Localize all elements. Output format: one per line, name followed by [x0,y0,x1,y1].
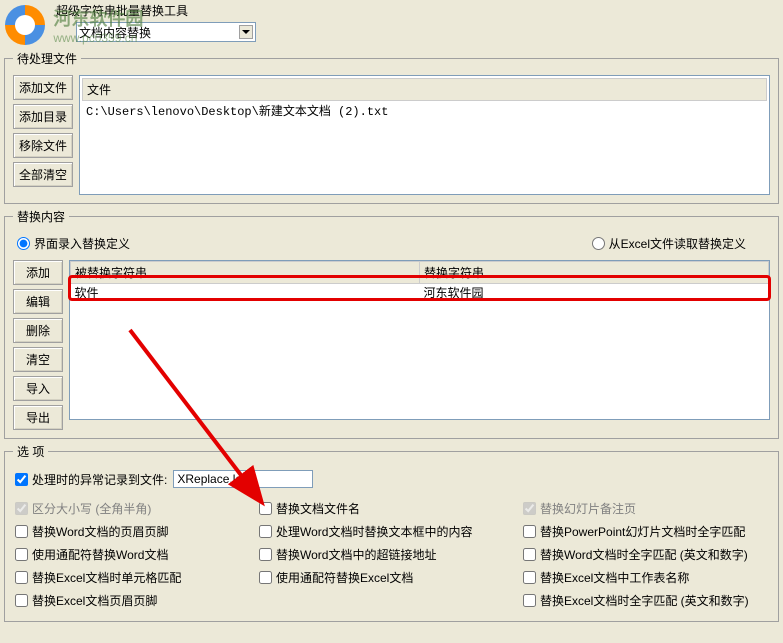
opt-filename[interactable]: 替换文档文件名 [259,500,519,517]
radio-excel-label: 从Excel文件读取替换定义 [609,235,746,252]
lbl-excelhf: 替换Excel文档页眉页脚 [32,592,157,609]
opt-excelwhole[interactable]: 替换Excel文档时全字匹配 (英文和数字) [523,592,768,609]
chk-excelwhole[interactable] [523,594,536,607]
chk-excelcell[interactable] [15,571,28,584]
opt-case[interactable]: 区分大小写 (全角半角) [15,500,255,517]
lbl-excelwhole: 替换Excel文档时全字匹配 (英文和数字) [540,592,749,609]
pending-files-group: 待处理文件 添加文件 添加目录 移除文件 全部清空 文件 C:\Users\le… [4,50,779,204]
col-from[interactable]: 被替换字符串 [71,262,420,284]
opt-pptnotes[interactable]: 替换幻灯片备注页 [523,500,768,517]
options-legend: 选 项 [13,443,48,460]
clear-rules-button[interactable]: 清空 [13,347,63,372]
chk-wordhf[interactable] [15,525,28,538]
lbl-excelwild: 使用通配符替换Excel文档 [276,569,413,586]
file-list-item[interactable]: C:\Users\lenovo\Desktop\新建文本文档 (2).txt [82,101,767,120]
chk-excelhf[interactable] [15,594,28,607]
replace-table[interactable]: 被替换字符串 替换字符串 软件 河东软件园 [69,260,770,420]
add-dir-button[interactable]: 添加目录 [13,104,73,129]
radio-excel-input[interactable]: 从Excel文件读取替换定义 [592,235,746,252]
add-file-button[interactable]: 添加文件 [13,75,73,100]
opt-excelhf[interactable]: 替换Excel文档页眉页脚 [15,592,255,609]
opt-wordwild[interactable]: 使用通配符替换Word文档 [15,546,255,563]
chevron-down-icon[interactable] [239,25,253,39]
chk-wordwhole[interactable] [523,548,536,561]
lbl-excelsheet: 替换Excel文档中工作表名称 [540,569,689,586]
cell-to: 河东软件园 [420,284,769,302]
add-rule-button[interactable]: 添加 [13,260,63,285]
lbl-wordwhole: 替换Word文档时全字匹配 (英文和数字) [540,546,748,563]
opt-excelwild[interactable]: 使用通配符替换Excel文档 [259,569,519,586]
opt-excelcell[interactable]: 替换Excel文档时单元格匹配 [15,569,255,586]
opt-wordwhole[interactable]: 替换Word文档时全字匹配 (英文和数字) [523,546,768,563]
lbl-case: 区分大小写 (全角半角) [32,500,151,517]
cell-from: 软件 [71,284,420,302]
lbl-wordwild: 使用通配符替换Word文档 [32,546,168,563]
radio-ui-input[interactable]: 界面录入替换定义 [17,235,130,252]
opt-wordlink[interactable]: 替换Word文档中的超链接地址 [259,546,519,563]
log-label: 处理时的异常记录到文件: [32,471,167,488]
chk-wordwild[interactable] [15,548,28,561]
export-button[interactable]: 导出 [13,405,63,430]
lbl-pptwhole: 替换PowerPoint幻灯片文档时全字匹配 [540,523,745,540]
lbl-pptnotes: 替换幻灯片备注页 [540,500,636,517]
pending-legend: 待处理文件 [13,50,81,67]
chk-pptnotes[interactable] [523,502,536,515]
col-to[interactable]: 替换字符串 [420,262,769,284]
opt-wordhf[interactable]: 替换Word文档的页眉页脚 [15,523,255,540]
opt-wordtextbox[interactable]: 处理Word文档时替换文本框中的内容 [259,523,519,540]
table-row[interactable]: 软件 河东软件园 [71,284,769,302]
lbl-filename: 替换文档文件名 [276,500,360,517]
mode-dropdown[interactable]: 文档内容替换 [76,22,256,42]
log-file-input[interactable] [173,470,313,488]
mode-label: 文档内容替换 [79,24,151,41]
file-list[interactable]: 文件 C:\Users\lenovo\Desktop\新建文本文档 (2).tx… [79,75,770,195]
import-button[interactable]: 导入 [13,376,63,401]
window-title: 超级字符串批量替换工具 [0,0,783,18]
chk-pptwhole[interactable] [523,525,536,538]
chk-filename[interactable] [259,502,272,515]
chk-excelsheet[interactable] [523,571,536,584]
replace-legend: 替换内容 [13,208,69,225]
toolbar-icon[interactable] [56,24,72,40]
chk-wordtextbox[interactable] [259,525,272,538]
replace-group: 替换内容 界面录入替换定义 从Excel文件读取替换定义 添加 编辑 删除 清空… [4,208,779,439]
lbl-excelcell: 替换Excel文档时单元格匹配 [32,569,181,586]
opt-excelsheet[interactable]: 替换Excel文档中工作表名称 [523,569,768,586]
chk-log[interactable] [15,473,28,486]
lbl-wordhf: 替换Word文档的页眉页脚 [32,523,168,540]
opt-log[interactable]: 处理时的异常记录到文件: [15,471,167,488]
chk-excelwild[interactable] [259,571,272,584]
opt-pptwhole[interactable]: 替换PowerPoint幻灯片文档时全字匹配 [523,523,768,540]
delete-rule-button[interactable]: 删除 [13,318,63,343]
radio-excel[interactable] [592,237,605,250]
chk-case[interactable] [15,502,28,515]
chk-wordlink[interactable] [259,548,272,561]
clear-all-button[interactable]: 全部清空 [13,162,73,187]
toolbar: 文档内容替换 [0,18,783,46]
edit-rule-button[interactable]: 编辑 [13,289,63,314]
options-group: 选 项 处理时的异常记录到文件: 区分大小写 (全角半角) 替换文档文件名 替换… [4,443,779,622]
lbl-wordtextbox: 处理Word文档时替换文本框中的内容 [276,523,472,540]
file-list-header[interactable]: 文件 [82,78,767,101]
lbl-wordlink: 替换Word文档中的超链接地址 [276,546,436,563]
radio-ui-label: 界面录入替换定义 [34,235,130,252]
radio-ui[interactable] [17,237,30,250]
remove-file-button[interactable]: 移除文件 [13,133,73,158]
